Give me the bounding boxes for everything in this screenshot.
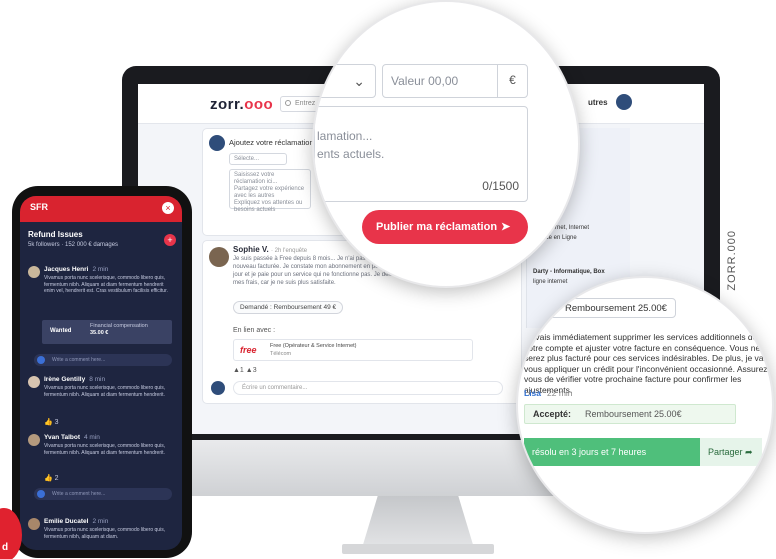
zorro-logo[interactable]: zorr.ooo — [210, 96, 273, 113]
agent-name: Lisa 22 min — [524, 388, 573, 398]
phone-screen: SFR × Refund Issues 5k followers · 152 0… — [20, 196, 182, 550]
post-author: Sophie V. · 2h l'enquête — [233, 245, 308, 254]
agent-reply: Je vais immédiatement supprimer les serv… — [524, 332, 771, 395]
char-counter: 0/1500 — [482, 179, 519, 193]
like-count[interactable]: 👍 3 — [44, 418, 59, 426]
magnifier-resolution: × Remboursement 25.00€ Je vais immédiatem… — [516, 276, 774, 534]
reply-input[interactable]: Write a comment here... — [34, 354, 172, 366]
headline-fragment — [0, 0, 420, 22]
share-button[interactable]: Partager ➦ — [700, 438, 762, 466]
avatar — [209, 135, 225, 151]
page-title: Refund Issues — [28, 230, 83, 239]
chevron-down-icon: ⌄ — [353, 73, 365, 89]
wanted-box: Wanted Financial compensation 35.00 € — [42, 320, 172, 344]
amount-input[interactable]: Valeur 00,00 € — [382, 64, 528, 98]
imac-stand-foot — [342, 544, 494, 554]
add-button[interactable]: + — [164, 234, 176, 246]
avatar — [211, 381, 225, 395]
user-avatar[interactable] — [616, 94, 632, 110]
search-icon — [285, 100, 291, 106]
currency-label: € — [497, 64, 527, 98]
publish-claim-button[interactable]: Publier ma réclamation ➤ — [362, 210, 528, 244]
magnifier-claim-form: ⌄ Valeur 00,00 € lamation... ents actuels… — [312, 0, 580, 288]
close-icon: × — [547, 302, 553, 313]
issue-stats: 5k followers · 152 000 € damages — [28, 242, 119, 248]
refund-pill: × Remboursement 25.00€ — [538, 298, 676, 318]
imac-stand — [362, 496, 474, 548]
marketing-composite: ZORR.000 zorr.ooo Entrez utres Ajoutez v… — [0, 0, 776, 559]
reply-input[interactable]: Write a comment here... — [34, 488, 172, 500]
avatar — [28, 518, 40, 530]
like-count[interactable]: 👍 2 — [44, 474, 59, 482]
claim-textarea[interactable]: lamation... ents actuels. 0/1500 — [314, 106, 528, 202]
company-card[interactable]: free Free (Opérateur & Service Internet)… — [233, 339, 473, 361]
category-select[interactable]: Sélecte... — [229, 153, 287, 165]
claim-textarea[interactable]: Saisissez votre réclamation ici... Parta… — [229, 169, 311, 213]
avatar — [209, 247, 229, 267]
avatar — [28, 434, 40, 446]
sfr-brand: SFR — [30, 202, 48, 212]
cancel-button[interactable]: nt — [314, 216, 354, 240]
related-label: En lien avec : — [233, 327, 276, 334]
avatar — [28, 266, 40, 278]
phone-header: SFR × — [20, 196, 182, 222]
free-logo: free — [240, 345, 257, 355]
nav-link[interactable]: utres — [588, 98, 608, 107]
compose-prompt: Ajoutez votre réclamation — [229, 138, 314, 147]
demand-chip: Demandé : Remboursement 49 € — [233, 301, 344, 314]
watermark: ZORR.000 — [726, 230, 738, 291]
avatar — [28, 376, 40, 388]
send-icon: ➤ — [501, 221, 511, 233]
apple-logo-icon — [404, 442, 430, 472]
resolved-banner: résolu en 3 jours et 7 heures — [524, 438, 700, 466]
comment-input[interactable]: Écrire un commentaire... — [233, 381, 503, 395]
category-select[interactable]: ⌄ — [314, 64, 376, 98]
close-icon[interactable]: × — [162, 202, 174, 214]
accepted-status: Accepté: Remboursement 25.00€ — [524, 404, 736, 424]
post-reactions[interactable]: ▲1 ▲3 — [233, 367, 257, 374]
